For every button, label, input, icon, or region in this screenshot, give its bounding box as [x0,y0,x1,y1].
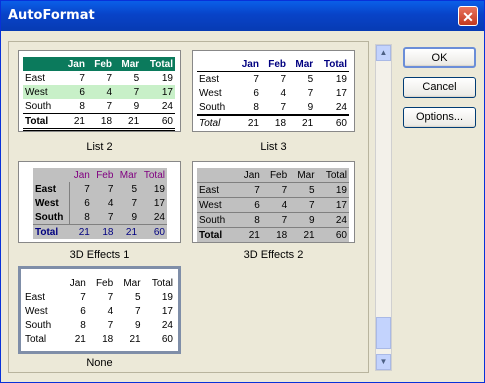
close-icon: ✕ [462,9,474,25]
close-button[interactable]: ✕ [458,6,478,26]
title-bar: AutoFormat ✕ [1,1,484,31]
format-list-2[interactable]: Jan Feb Mar Total East 7 7 5 19 West 6 4 7 17 South… [18,50,181,132]
preview-table: Jan Feb Mar Total East 7 7 5 19 West 6 4 7 17 South… [25,277,173,345]
chevron-down-icon: ▼ [379,357,388,366]
format-none[interactable]: Jan Feb Mar Total East 7 7 5 19 West 6 4 7 17 South… [18,266,181,354]
format-caption: 3D Effects 1 [69,249,130,261]
options-button[interactable]: Options... [403,107,476,128]
format-caption: 3D Effects 2 [243,249,304,261]
ok-button[interactable]: OK [403,47,476,68]
format-list-3[interactable]: Jan Feb Mar Total East 7 7 5 19 West 6 4 7 17 South… [192,50,355,132]
format-caption: List 2 [86,141,113,153]
chevron-up-icon: ▲ [379,48,388,57]
scroll-thumb[interactable] [376,317,391,349]
format-gallery: Jan Feb Mar Total East 7 7 5 19 West 6 4 7 17 South… [8,41,369,373]
preview-table: Jan Feb Mar Total East 7 7 5 19 West 6 4 7 17 South… [197,58,349,129]
scroll-up-button[interactable]: ▲ [376,45,391,61]
preview-table: Jan Feb Mar Total East 7 7 5 19 West 6 4 7 17 South… [33,168,167,239]
format-3d-effects-2[interactable]: Jan Feb Mar Total East 7 7 5 19 West 6 4 7 17 South… [192,161,355,243]
format-caption: None [86,357,113,369]
gallery-scrollbar[interactable]: ▲ ▼ [375,44,392,371]
format-3d-effects-1[interactable]: Jan Feb Mar Total East 7 7 5 19 West 6 4 7 17 South… [18,161,181,243]
preview-table: Jan Feb Mar Total East 7 7 5 19 West 6 4 7 17 South… [23,57,175,131]
scroll-down-button[interactable]: ▼ [376,354,391,370]
autoformat-dialog: AutoFormat ✕ Jan Feb Mar Total East 7 7 5 19 We… [0,0,485,383]
dialog-title: AutoFormat [8,8,95,23]
preview-table: Jan Feb Mar Total East 7 7 5 19 West 6 4 7 17 South… [197,168,349,242]
format-caption: List 3 [260,141,287,153]
cancel-button[interactable]: Cancel [403,77,476,98]
